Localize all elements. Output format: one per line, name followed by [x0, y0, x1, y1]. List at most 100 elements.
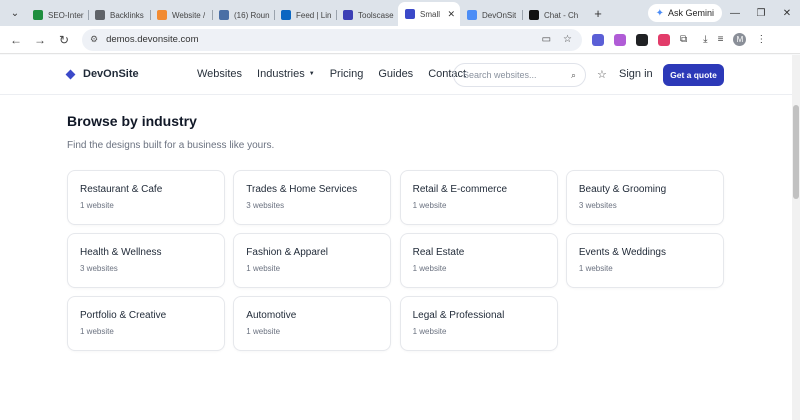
industry-grid: Restaurant & Cafe 1 website Trades & Home …: [67, 170, 724, 351]
tab-title: Toolscase: [358, 10, 394, 20]
forward-arrow-icon: →: [34, 32, 46, 47]
gemini-sparkle-icon: ✦: [655, 7, 664, 19]
nav-industries-label: Industries: [257, 68, 305, 80]
extension-icon[interactable]: [592, 33, 604, 46]
browser-tab[interactable]: (16) Roun: [212, 4, 274, 26]
industry-count: 1 website: [80, 201, 114, 210]
tab-favicon-icon: [157, 10, 167, 20]
nav-industries[interactable]: Industries ▼: [257, 68, 315, 80]
industry-card[interactable]: Real Estate 1 website: [399, 233, 558, 288]
tab-favicon-icon: [529, 10, 539, 20]
industry-card[interactable]: Automotive 1 website: [233, 296, 392, 351]
industry-card[interactable]: Retail & E-commerce 1 website: [399, 170, 558, 225]
industry-name: Legal & Professional: [412, 310, 505, 321]
industry-count: 3 websites: [246, 201, 285, 210]
download-icon[interactable]: ⤓: [703, 34, 707, 45]
browser-tab[interactable]: Small ✕: [398, 2, 460, 26]
menu-kebab-icon[interactable]: ⋮: [756, 34, 766, 45]
nav-pricing[interactable]: Pricing: [330, 68, 364, 80]
industry-name: Events & Weddings: [578, 247, 666, 258]
forward-button[interactable]: →: [28, 33, 52, 47]
tab-title: (16) Roun: [234, 10, 270, 20]
minimize-button[interactable]: —: [722, 8, 748, 19]
reading-list-icon[interactable]: ≡: [718, 34, 724, 45]
tab-strip: ⌄ SEO-Inter Backlinks Website / (16) Roun Fe…: [0, 0, 800, 26]
tab-favicon-icon: [405, 9, 415, 19]
favorites-star-icon[interactable]: ☆: [597, 68, 607, 81]
tab-list: SEO-Inter Backlinks Website / (16) Roun Feed…: [26, 0, 584, 26]
browser-tab[interactable]: Website /: [150, 4, 212, 26]
industry-card[interactable]: Fashion & Apparel 1 website: [233, 233, 392, 288]
restore-button[interactable]: ❐: [748, 8, 774, 19]
get-a-quote-button[interactable]: Get a quote: [663, 64, 724, 86]
industry-card[interactable]: Portfolio & Creative 1 website: [67, 296, 225, 351]
extension-icon[interactable]: [658, 33, 670, 46]
site-info-icon[interactable]: ⚙: [90, 34, 98, 45]
section-title: Browse by industry: [67, 113, 197, 129]
browser-tab[interactable]: Backlinks: [88, 4, 150, 26]
close-window-button[interactable]: ✕: [774, 8, 800, 19]
reload-icon: ↻: [58, 32, 70, 47]
nav-guides[interactable]: Guides: [378, 68, 413, 80]
tab-favicon-icon: [281, 10, 291, 20]
bookmark-star-icon[interactable]: ☆: [563, 34, 572, 45]
address-bar[interactable]: ⚙ demos.devonsite.com ▭ ☆: [82, 28, 582, 51]
industry-name: Health & Wellness: [80, 247, 162, 258]
industry-name: Automotive: [246, 310, 297, 321]
browser-toolbar: ← → ↻ ⚙ demos.devonsite.com ▭ ☆ ⧉ ⤓ ≡ M …: [0, 26, 800, 54]
industry-count: 1 website: [246, 327, 281, 336]
industry-count: 1 website: [246, 264, 281, 273]
browser-tab[interactable]: Chat - Ch: [522, 4, 584, 26]
industry-card[interactable]: Legal & Professional 1 website: [399, 296, 558, 351]
section-subtitle: Find the designs built for a business li…: [67, 140, 275, 151]
industry-count: 1 website: [412, 327, 447, 336]
tab-search-button[interactable]: ⌄: [4, 2, 26, 24]
industry-count: 3 websites: [578, 201, 617, 210]
back-button[interactable]: ←: [4, 33, 28, 47]
industry-name: Trades & Home Services: [246, 184, 358, 195]
web-page: DevOnSite Websites Industries ▼ Pricing G…: [0, 55, 792, 420]
tab-title: Website /: [172, 10, 206, 20]
cast-icon[interactable]: ▭: [542, 34, 551, 45]
tab-title: DevOnSit: [482, 10, 517, 20]
main-nav: Websites Industries ▼ Pricing Guides Cont…: [197, 68, 481, 80]
industry-count: 1 website: [80, 327, 114, 336]
extensions-puzzle-icon[interactable]: ⧉: [680, 34, 687, 45]
search-icon[interactable]: ⌕: [571, 70, 576, 81]
browser-tab[interactable]: Feed | Lin: [274, 4, 336, 26]
ask-gemini-button[interactable]: ✦ Ask Gemini: [647, 4, 722, 22]
industry-card[interactable]: Beauty & Grooming 3 websites: [565, 170, 724, 225]
tab-favicon-icon: [343, 10, 353, 20]
browser-tab[interactable]: Toolscase: [336, 4, 398, 26]
search-placeholder: Search websites...: [463, 70, 537, 80]
sign-in-link[interactable]: Sign in: [619, 68, 653, 80]
industry-count: 1 website: [578, 264, 613, 273]
industry-name: Fashion & Apparel: [246, 247, 329, 258]
industry-name: Retail & E-commerce: [412, 184, 508, 195]
industry-card[interactable]: Events & Weddings 1 website: [565, 233, 724, 288]
scrollbar-thumb[interactable]: [793, 105, 799, 199]
new-tab-button[interactable]: +: [588, 6, 608, 21]
industry-count: 3 websites: [80, 264, 118, 273]
reload-button[interactable]: ↻: [52, 33, 76, 47]
browser-tab[interactable]: SEO-Inter: [26, 4, 88, 26]
industry-card[interactable]: Restaurant & Cafe 1 website: [67, 170, 225, 225]
brand-logo[interactable]: DevOnSite: [65, 68, 139, 80]
tab-title: Small: [420, 9, 441, 19]
industry-count: 1 website: [412, 264, 447, 273]
site-search-input[interactable]: Search websites... ⌕: [453, 63, 586, 87]
ask-gemini-label: Ask Gemini: [667, 8, 714, 18]
extension-icon[interactable]: [614, 33, 626, 46]
caret-down-icon: ▼: [308, 71, 315, 78]
industry-card[interactable]: Trades & Home Services 3 websites: [233, 170, 392, 225]
tab-title: Feed | Lin: [296, 10, 332, 20]
industry-card[interactable]: Health & Wellness 3 websites: [67, 233, 225, 288]
page-scrollbar[interactable]: [792, 55, 800, 420]
tab-title: Chat - Ch: [544, 10, 579, 20]
tab-title: SEO-Inter: [48, 10, 84, 20]
browser-tab[interactable]: DevOnSit: [460, 4, 522, 26]
extension-icon[interactable]: [636, 33, 648, 46]
close-tab-icon[interactable]: ✕: [447, 9, 455, 20]
nav-websites[interactable]: Websites: [197, 68, 242, 80]
profile-avatar[interactable]: M: [733, 33, 747, 46]
